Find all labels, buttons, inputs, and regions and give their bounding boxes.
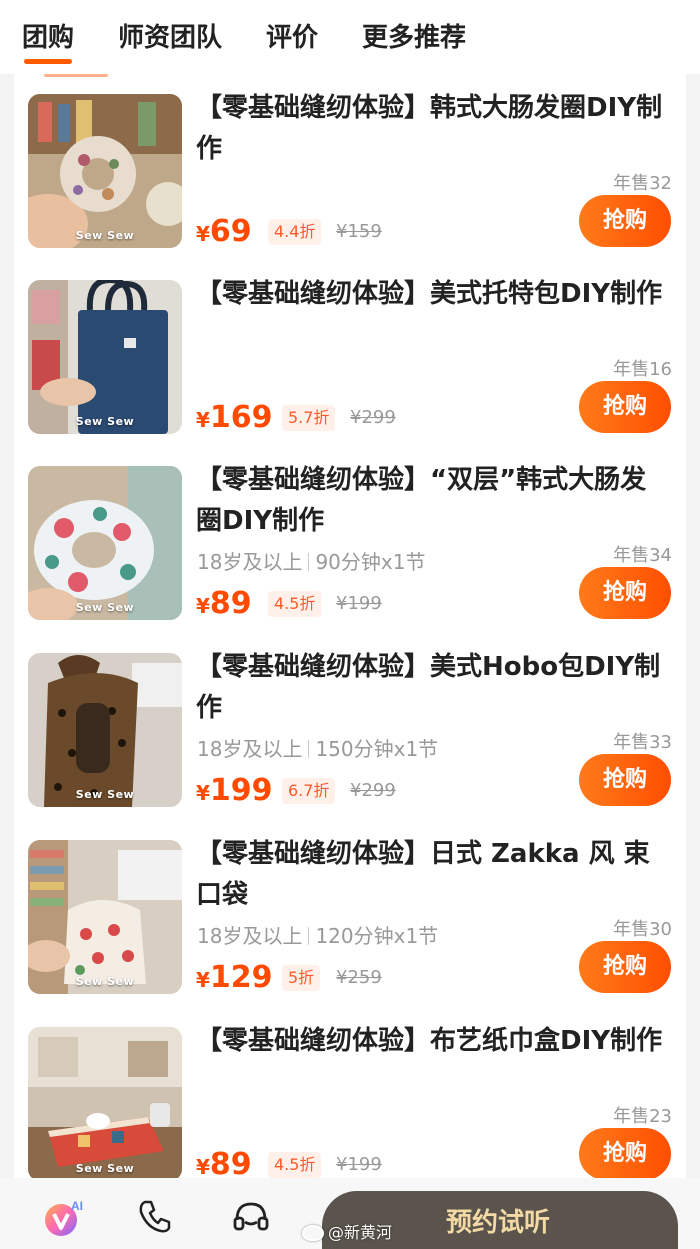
product-card[interactable]: Sew Sew 【零基础缝纫体验】美式托特包DIY制作 年售16 ¥169 5.… (14, 262, 686, 449)
buy-button[interactable]: 抢购 (579, 567, 671, 619)
discount-badge: 4.5折 (268, 591, 322, 617)
brand-watermark: Sew Sew (75, 975, 135, 988)
course-duration: 90分钟x1节 (315, 550, 426, 574)
product-card[interactable]: Sew Sew 【零基础缝纫体验】美式Hobo包DIY制作 18岁及以上 150分… (14, 635, 686, 822)
discount-badge: 4.4折 (268, 219, 322, 245)
original-price: ¥259 (336, 967, 382, 988)
product-title[interactable]: 【零基础缝纫体验】韩式大肠发圈DIY制作 (196, 88, 672, 170)
sold-count: 年售23 (613, 1106, 672, 1127)
currency-symbol: ¥ (196, 781, 210, 805)
original-price: ¥299 (350, 780, 396, 801)
meta-divider (308, 553, 310, 571)
brand-watermark: Sew Sew (75, 229, 135, 242)
weibo-icon (302, 1225, 324, 1241)
customer-service-button[interactable] (216, 1178, 286, 1249)
buy-button[interactable]: 抢购 (579, 195, 671, 247)
buy-button[interactable]: 抢购 (579, 941, 671, 993)
buy-button[interactable]: 抢购 (579, 1128, 671, 1178)
product-title[interactable]: 【零基础缝纫体验】日式 Zakka 风 束口袋 (196, 834, 672, 916)
tab-more-recommend[interactable]: 更多推荐 (362, 12, 466, 74)
ai-assistant-icon: AI (45, 1199, 83, 1236)
meta-divider (308, 740, 310, 758)
product-title[interactable]: 【零基础缝纫体验】美式Hobo包DIY制作 (196, 647, 672, 729)
sold-count: 年售16 (613, 359, 672, 380)
price-value: 129 (209, 960, 273, 995)
tab-label: 团购 (22, 23, 75, 53)
tab-teachers[interactable]: 师资团队 (118, 12, 222, 74)
price: ¥129 (196, 960, 273, 995)
currency-symbol: ¥ (196, 222, 210, 246)
age-requirement: 18岁及以上 (197, 550, 303, 574)
price-value: 89 (209, 586, 252, 621)
course-duration: 120分钟x1节 (315, 924, 439, 948)
course-meta: 18岁及以上 150分钟x1节 (197, 733, 438, 762)
meta-divider (308, 927, 310, 945)
brand-watermark: Sew Sew (75, 1162, 135, 1175)
brand-watermark: Sew Sew (75, 601, 135, 614)
product-image[interactable]: Sew Sew (28, 94, 182, 248)
product-list: Sew Sew 【零基础缝纫体验】韩式大肠发圈DIY制作 年售32 ¥69 4.… (14, 74, 686, 1178)
tab-label: 师资团队 (118, 23, 223, 53)
age-requirement: 18岁及以上 (197, 737, 303, 761)
course-duration: 150分钟x1节 (315, 737, 439, 761)
currency-symbol: ¥ (196, 594, 210, 618)
brand-watermark: Sew Sew (75, 788, 135, 801)
product-title[interactable]: 【零基础缝纫体验】“双层”韩式大肠发圈DIY制作 (196, 460, 672, 542)
currency-symbol: ¥ (196, 1155, 210, 1178)
product-card[interactable]: Sew Sew 【零基础缝纫体验】日式 Zakka 风 束口袋 18岁及以上 12… (14, 822, 686, 1009)
original-price: ¥299 (350, 407, 396, 428)
discount-badge: 6.7折 (282, 778, 336, 804)
headset-icon (233, 1202, 269, 1231)
top-tab-bar: 团购 师资团队 评价 更多推荐 (0, 0, 700, 74)
product-card[interactable]: Sew Sew 【零基础缝纫体验】布艺纸巾盒DIY制作 年售23 ¥89 4.5… (14, 1009, 686, 1178)
tab-label: 更多推荐 (362, 23, 467, 53)
product-title[interactable]: 【零基础缝纫体验】布艺纸巾盒DIY制作 (196, 1021, 672, 1062)
weibo-watermark: @新黄河 (302, 1219, 392, 1243)
svg-text:AI: AI (71, 1199, 83, 1213)
product-image[interactable]: Sew Sew (28, 653, 182, 807)
product-card[interactable]: Sew Sew 【零基础缝纫体验】韩式大肠发圈DIY制作 年售32 ¥69 4.… (14, 76, 686, 263)
watermark-text: @新黄河 (328, 1223, 393, 1242)
product-title[interactable]: 【零基础缝纫体验】美式托特包DIY制作 (196, 274, 672, 315)
product-image[interactable]: Sew Sew (28, 1027, 182, 1178)
buy-button[interactable]: 抢购 (579, 754, 671, 806)
price-value: 89 (209, 1147, 252, 1178)
original-price: ¥199 (336, 1154, 382, 1175)
phone-icon (139, 1200, 171, 1233)
price: ¥89 (196, 1147, 252, 1178)
product-image[interactable]: Sew Sew (28, 280, 182, 434)
sold-count: 年售34 (613, 545, 672, 566)
tab-group-buy[interactable]: 团购 (22, 12, 74, 74)
age-requirement: 18岁及以上 (197, 924, 303, 948)
course-meta: 18岁及以上 90分钟x1节 (197, 546, 425, 575)
tab-label: 评价 (266, 23, 319, 53)
price-value: 69 (209, 214, 252, 249)
currency-symbol: ¥ (196, 968, 210, 992)
price: ¥89 (196, 586, 252, 621)
discount-badge: 5折 (282, 965, 321, 991)
price: ¥169 (196, 400, 273, 435)
active-tab-indicator (24, 59, 73, 64)
buy-button[interactable]: 抢购 (579, 381, 671, 433)
sold-count: 年售33 (613, 732, 672, 753)
sold-count: 年售30 (613, 919, 672, 940)
currency-symbol: ¥ (196, 408, 210, 432)
product-image[interactable]: Sew Sew (28, 466, 182, 620)
discount-badge: 4.5折 (268, 1152, 322, 1178)
price-value: 199 (209, 773, 273, 808)
tab-reviews[interactable]: 评价 (266, 12, 318, 74)
original-price: ¥199 (336, 593, 382, 614)
course-meta: 18岁及以上 120分钟x1节 (197, 920, 438, 949)
ai-assistant-button[interactable]: AI (30, 1178, 100, 1249)
price-value: 169 (209, 400, 273, 435)
original-price: ¥159 (336, 221, 382, 242)
phone-button[interactable] (120, 1178, 190, 1249)
product-card[interactable]: Sew Sew 【零基础缝纫体验】“双层”韩式大肠发圈DIY制作 18岁及以上 9… (14, 448, 686, 635)
discount-badge: 5.7折 (282, 405, 336, 431)
brand-watermark: Sew Sew (75, 415, 135, 428)
price: ¥69 (196, 214, 252, 249)
sold-count: 年售32 (613, 173, 672, 194)
product-image[interactable]: Sew Sew (28, 840, 182, 994)
price: ¥199 (196, 773, 273, 808)
